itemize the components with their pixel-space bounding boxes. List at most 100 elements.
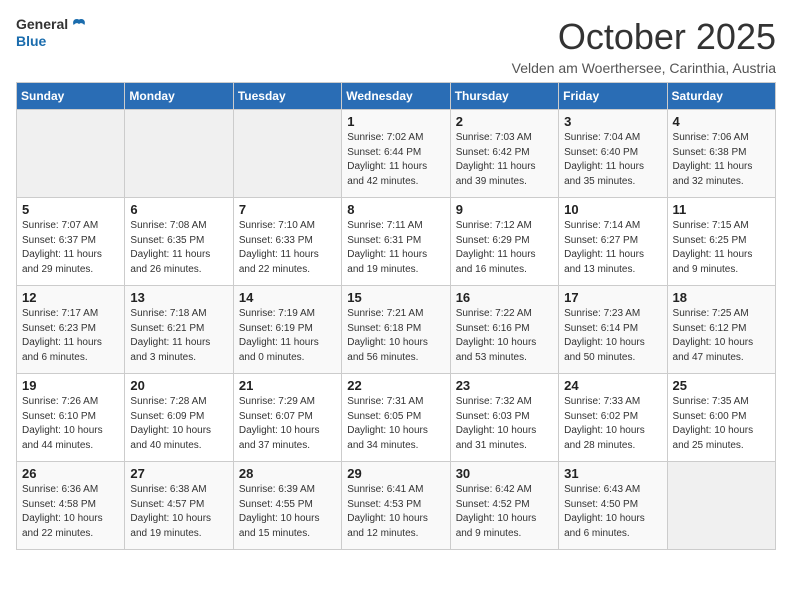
cell-week1-day7: 4 Sunrise: 7:06 AM Sunset: 6:38 PM Daylig… (667, 110, 775, 198)
cell-week5-day4: 29 Sunrise: 6:41 AM Sunset: 4:53 PM Dayli… (342, 462, 450, 550)
cell-week1-day5: 2 Sunrise: 7:03 AM Sunset: 6:42 PM Daylig… (450, 110, 558, 198)
day-number: 19 (22, 378, 119, 393)
day-info: Sunrise: 7:06 AM Sunset: 6:38 PM Dayligh… (673, 131, 770, 189)
cell-week2-day4: 8 Sunrise: 7:11 AM Sunset: 6:31 PM Daylig… (342, 198, 450, 286)
day-number: 22 (347, 378, 444, 393)
day-info: Sunrise: 7:17 AM Sunset: 6:23 PM Dayligh… (22, 307, 119, 365)
day-number: 10 (564, 202, 661, 217)
day-info: Sunrise: 7:14 AM Sunset: 6:27 PM Dayligh… (564, 219, 661, 277)
day-number: 29 (347, 466, 444, 481)
day-info: Sunrise: 7:23 AM Sunset: 6:14 PM Dayligh… (564, 307, 661, 365)
cell-week1-day1 (17, 110, 125, 198)
day-info: Sunrise: 7:33 AM Sunset: 6:02 PM Dayligh… (564, 395, 661, 453)
cell-week2-day6: 10 Sunrise: 7:14 AM Sunset: 6:27 PM Dayli… (559, 198, 667, 286)
day-info: Sunrise: 7:21 AM Sunset: 6:18 PM Dayligh… (347, 307, 444, 365)
cell-week5-day1: 26 Sunrise: 6:36 AM Sunset: 4:58 PM Dayli… (17, 462, 125, 550)
cell-week4-day3: 21 Sunrise: 7:29 AM Sunset: 6:07 PM Dayli… (233, 374, 341, 462)
day-info: Sunrise: 7:26 AM Sunset: 6:10 PM Dayligh… (22, 395, 119, 453)
day-number: 31 (564, 466, 661, 481)
cell-week4-day5: 23 Sunrise: 7:32 AM Sunset: 6:03 PM Dayli… (450, 374, 558, 462)
cell-week4-day7: 25 Sunrise: 7:35 AM Sunset: 6:00 PM Dayli… (667, 374, 775, 462)
header-thursday: Thursday (450, 83, 558, 110)
header-wednesday: Wednesday (342, 83, 450, 110)
cell-week2-day7: 11Sunrise: 7:15 AM Sunset: 6:25 PM Dayli… (667, 198, 775, 286)
day-info: Sunrise: 7:15 AM Sunset: 6:25 PM Dayligh… (673, 219, 770, 277)
day-number: 30 (456, 466, 553, 481)
day-number: 21 (239, 378, 336, 393)
day-number: 25 (673, 378, 770, 393)
day-number: 27 (130, 466, 227, 481)
cell-week5-day5: 30 Sunrise: 6:42 AM Sunset: 4:52 PM Dayli… (450, 462, 558, 550)
day-info: Sunrise: 7:18 AM Sunset: 6:21 PM Dayligh… (130, 307, 227, 365)
week-row-5: 26 Sunrise: 6:36 AM Sunset: 4:58 PM Dayli… (17, 462, 776, 550)
day-number: 15 (347, 290, 444, 305)
day-number: 4 (673, 114, 770, 129)
cell-week3-day1: 12 Sunrise: 7:17 AM Sunset: 6:23 PM Dayli… (17, 286, 125, 374)
logo-blue: Blue (16, 34, 88, 49)
day-info: Sunrise: 6:38 AM Sunset: 4:57 PM Dayligh… (130, 483, 227, 541)
day-info: Sunrise: 6:41 AM Sunset: 4:53 PM Dayligh… (347, 483, 444, 541)
day-number: 2 (456, 114, 553, 129)
cell-week2-day1: 5 Sunrise: 7:07 AM Sunset: 6:37 PM Daylig… (17, 198, 125, 286)
logo: General Blue (16, 16, 88, 49)
logo-general: General (16, 17, 68, 32)
day-info: Sunrise: 7:22 AM Sunset: 6:16 PM Dayligh… (456, 307, 553, 365)
day-info: Sunrise: 7:03 AM Sunset: 6:42 PM Dayligh… (456, 131, 553, 189)
day-number: 23 (456, 378, 553, 393)
cell-week3-day7: 18 Sunrise: 7:25 AM Sunset: 6:12 PM Dayli… (667, 286, 775, 374)
day-info: Sunrise: 7:11 AM Sunset: 6:31 PM Dayligh… (347, 219, 444, 277)
day-number: 9 (456, 202, 553, 217)
day-info: Sunrise: 7:10 AM Sunset: 6:33 PM Dayligh… (239, 219, 336, 277)
cell-week1-day2 (125, 110, 233, 198)
day-info: Sunrise: 7:25 AM Sunset: 6:12 PM Dayligh… (673, 307, 770, 365)
day-number: 18 (673, 290, 770, 305)
day-number: 14 (239, 290, 336, 305)
day-info: Sunrise: 7:31 AM Sunset: 6:05 PM Dayligh… (347, 395, 444, 453)
day-info: Sunrise: 7:12 AM Sunset: 6:29 PM Dayligh… (456, 219, 553, 277)
cell-week2-day5: 9 Sunrise: 7:12 AM Sunset: 6:29 PM Daylig… (450, 198, 558, 286)
day-info: Sunrise: 6:39 AM Sunset: 4:55 PM Dayligh… (239, 483, 336, 541)
day-number: 12 (22, 290, 119, 305)
month-title: October 2025 (512, 16, 776, 58)
cell-week3-day2: 13 Sunrise: 7:18 AM Sunset: 6:21 PM Dayli… (125, 286, 233, 374)
cell-week2-day2: 6 Sunrise: 7:08 AM Sunset: 6:35 PM Daylig… (125, 198, 233, 286)
cell-week5-day7 (667, 462, 775, 550)
header-monday: Monday (125, 83, 233, 110)
cell-week3-day3: 14Sunrise: 7:19 AM Sunset: 6:19 PM Dayli… (233, 286, 341, 374)
day-info: Sunrise: 7:07 AM Sunset: 6:37 PM Dayligh… (22, 219, 119, 277)
day-info: Sunrise: 6:42 AM Sunset: 4:52 PM Dayligh… (456, 483, 553, 541)
cell-week5-day6: 31 Sunrise: 6:43 AM Sunset: 4:50 PM Dayli… (559, 462, 667, 550)
day-number: 1 (347, 114, 444, 129)
cell-week2-day3: 7 Sunrise: 7:10 AM Sunset: 6:33 PM Daylig… (233, 198, 341, 286)
day-info: Sunrise: 7:35 AM Sunset: 6:00 PM Dayligh… (673, 395, 770, 453)
day-info: Sunrise: 7:04 AM Sunset: 6:40 PM Dayligh… (564, 131, 661, 189)
title-block: October 2025 Velden am Woerthersee, Cari… (512, 16, 776, 76)
day-number: 26 (22, 466, 119, 481)
day-info: Sunrise: 7:32 AM Sunset: 6:03 PM Dayligh… (456, 395, 553, 453)
cell-week4-day1: 19 Sunrise: 7:26 AM Sunset: 6:10 PM Dayli… (17, 374, 125, 462)
cell-week4-day2: 20Sunrise: 7:28 AM Sunset: 6:09 PM Dayli… (125, 374, 233, 462)
day-number: 16 (456, 290, 553, 305)
day-number: 13 (130, 290, 227, 305)
day-info: Sunrise: 6:36 AM Sunset: 4:58 PM Dayligh… (22, 483, 119, 541)
day-number: 8 (347, 202, 444, 217)
day-number: 3 (564, 114, 661, 129)
day-info: Sunrise: 6:43 AM Sunset: 4:50 PM Dayligh… (564, 483, 661, 541)
header-friday: Friday (559, 83, 667, 110)
cell-week5-day2: 27 Sunrise: 6:38 AM Sunset: 4:57 PM Dayli… (125, 462, 233, 550)
day-info: Sunrise: 7:08 AM Sunset: 6:35 PM Dayligh… (130, 219, 227, 277)
cell-week3-day4: 15 Sunrise: 7:21 AM Sunset: 6:18 PM Dayli… (342, 286, 450, 374)
day-number: 5 (22, 202, 119, 217)
day-info: Sunrise: 7:28 AM Sunset: 6:09 PM Dayligh… (130, 395, 227, 453)
day-number: 7 (239, 202, 336, 217)
header-sunday: Sunday (17, 83, 125, 110)
header-saturday: Saturday (667, 83, 775, 110)
day-info: Sunrise: 7:29 AM Sunset: 6:07 PM Dayligh… (239, 395, 336, 453)
calendar-table: Sunday Monday Tuesday Wednesday Thursday… (16, 82, 776, 550)
day-number: 6 (130, 202, 227, 217)
week-row-3: 12 Sunrise: 7:17 AM Sunset: 6:23 PM Dayli… (17, 286, 776, 374)
week-row-4: 19 Sunrise: 7:26 AM Sunset: 6:10 PM Dayli… (17, 374, 776, 462)
day-number: 28 (239, 466, 336, 481)
cell-week5-day3: 28 Sunrise: 6:39 AM Sunset: 4:55 PM Dayli… (233, 462, 341, 550)
header-tuesday: Tuesday (233, 83, 341, 110)
